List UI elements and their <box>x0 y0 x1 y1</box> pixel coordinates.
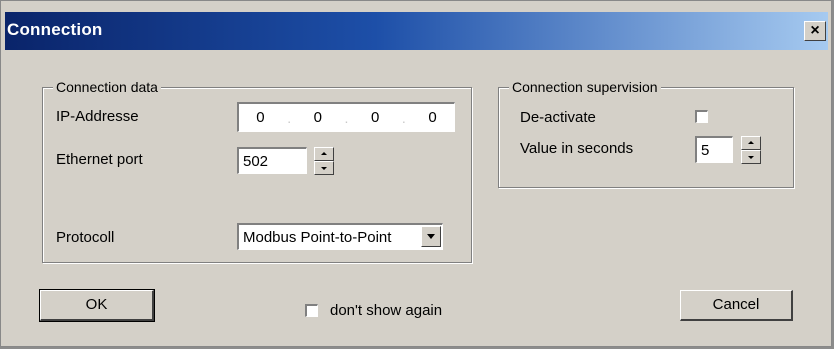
arrow-up-icon <box>321 152 327 155</box>
ok-button-label: OK <box>85 296 108 313</box>
ip-separator: . <box>287 109 292 126</box>
arrow-down-icon <box>321 167 327 170</box>
deactivate-label: De-activate <box>520 109 596 126</box>
connection-supervision-legend: Connection supervision <box>509 79 661 95</box>
seconds-value: 5 <box>701 142 710 159</box>
deactivate-checkbox[interactable] <box>695 110 708 123</box>
ip-address-label: IP-Addresse <box>56 108 139 125</box>
ethernet-port-label: Ethernet port <box>56 151 143 168</box>
seconds-spin-up-button[interactable] <box>741 136 761 150</box>
seconds-spin-down-button[interactable] <box>741 150 761 164</box>
cancel-button[interactable]: Cancel <box>680 290 793 321</box>
ip-octet-3[interactable]: 0 <box>371 109 379 126</box>
port-spin-up-button[interactable] <box>314 147 334 161</box>
chevron-down-icon <box>427 234 435 239</box>
title-bar[interactable]: Connection × <box>5 12 828 50</box>
ip-separator: . <box>344 109 349 126</box>
ethernet-port-spinner[interactable] <box>314 147 334 175</box>
port-spin-down-button[interactable] <box>314 161 334 175</box>
seconds-input[interactable]: 5 <box>695 136 733 163</box>
dont-show-again-checkbox[interactable] <box>305 304 318 317</box>
value-in-seconds-label: Value in seconds <box>520 140 634 157</box>
protocol-selected-value: Modbus Point-to-Point <box>243 229 392 246</box>
arrow-down-icon <box>748 156 754 159</box>
dialog-title: Connection <box>7 20 103 39</box>
ok-button[interactable]: OK <box>39 289 155 322</box>
seconds-spinner[interactable] <box>741 136 761 164</box>
ip-address-field[interactable]: 0 . 0 . 0 . 0 <box>237 102 455 132</box>
cancel-button-label: Cancel <box>712 296 760 313</box>
connection-data-legend: Connection data <box>53 79 161 95</box>
protocol-dropdown-button[interactable] <box>421 226 441 247</box>
ip-separator: . <box>401 109 406 126</box>
close-button[interactable]: × <box>804 21 826 41</box>
close-icon: × <box>810 22 820 39</box>
ethernet-port-value: 502 <box>243 153 269 170</box>
ip-octet-2[interactable]: 0 <box>314 109 322 126</box>
ethernet-port-input[interactable]: 502 <box>237 147 307 174</box>
ip-octet-4[interactable]: 0 <box>428 109 436 126</box>
protocol-label: Protocoll <box>56 229 115 246</box>
ip-octet-1[interactable]: 0 <box>256 109 264 126</box>
dont-show-again-label[interactable]: don't show again <box>330 302 442 319</box>
connection-dialog: Connection × Connection data IP-Addresse… <box>0 0 832 347</box>
arrow-up-icon <box>748 141 754 144</box>
protocol-select[interactable]: Modbus Point-to-Point <box>237 223 443 250</box>
